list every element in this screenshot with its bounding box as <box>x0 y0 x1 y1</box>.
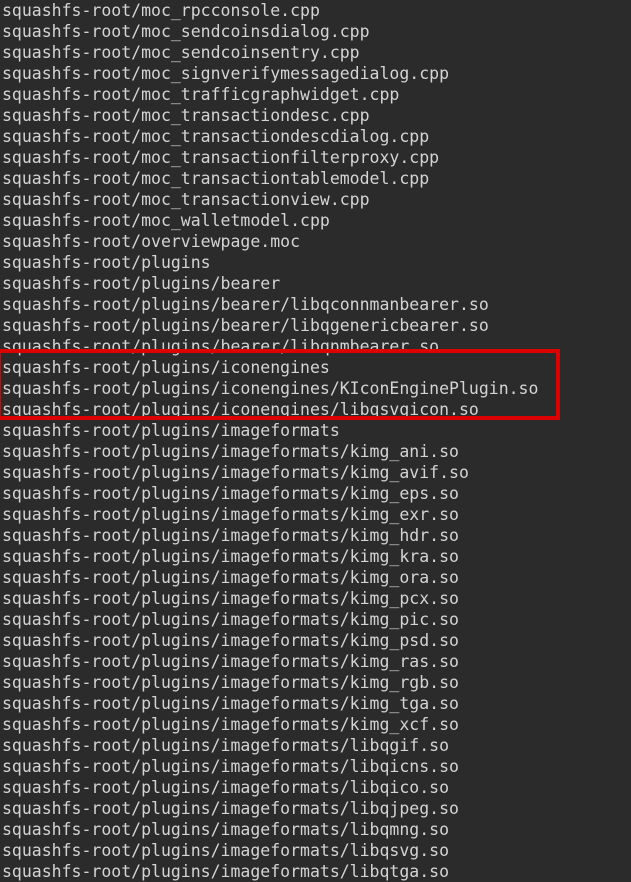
terminal-line: squashfs-root/plugins/imageformats/kimg_… <box>0 546 631 567</box>
terminal-line: squashfs-root/plugins/imageformats/kimg_… <box>0 672 631 693</box>
terminal-line: squashfs-root/plugins/bearer/libqconnman… <box>0 294 631 315</box>
terminal-line: squashfs-root/plugins/imageformats/kimg_… <box>0 630 631 651</box>
terminal-line: squashfs-root/moc_sendcoinsentry.cpp <box>0 42 631 63</box>
terminal-line: squashfs-root/plugins/iconengines/libqsv… <box>0 399 631 420</box>
terminal-line: squashfs-root/plugins/imageformats/kimg_… <box>0 693 631 714</box>
terminal-line: squashfs-root/plugins/imageformats/libqg… <box>0 735 631 756</box>
terminal-output: squashfs-root/moc_rpcconsole.cppsquashfs… <box>0 0 631 882</box>
terminal-line: squashfs-root/plugins/imageformats/kimg_… <box>0 525 631 546</box>
terminal-line: squashfs-root/plugins/imageformats/libqi… <box>0 777 631 798</box>
terminal-line: squashfs-root/plugins/iconengines <box>0 357 631 378</box>
terminal-line: squashfs-root/moc_transactionfilterproxy… <box>0 147 631 168</box>
terminal-line: squashfs-root/plugins/imageformats/kimg_… <box>0 588 631 609</box>
terminal-line: squashfs-root/moc_transactiontablemodel.… <box>0 168 631 189</box>
terminal-line: squashfs-root/plugins/bearer/libqgeneric… <box>0 315 631 336</box>
terminal-line: squashfs-root/plugins/imageformats/kimg_… <box>0 714 631 735</box>
terminal-line: squashfs-root/plugins/imageformats/libqi… <box>0 756 631 777</box>
terminal-line: squashfs-root/plugins/imageformats/kimg_… <box>0 441 631 462</box>
terminal-line: squashfs-root/plugins/imageformats/kimg_… <box>0 567 631 588</box>
terminal-line: squashfs-root/plugins/imageformats/kimg_… <box>0 504 631 525</box>
terminal-line: squashfs-root/moc_trafficgraphwidget.cpp <box>0 84 631 105</box>
terminal-line: squashfs-root/plugins/bearer <box>0 273 631 294</box>
terminal-line: squashfs-root/plugins/imageformats <box>0 420 631 441</box>
terminal-line: squashfs-root/plugins/imageformats/kimg_… <box>0 462 631 483</box>
terminal-line: squashfs-root/plugins/imageformats/libqs… <box>0 840 631 861</box>
terminal-line: squashfs-root/moc_rpcconsole.cpp <box>0 0 631 21</box>
terminal-line: squashfs-root/plugins/imageformats/kimg_… <box>0 609 631 630</box>
terminal-line: squashfs-root/plugins/imageformats/libqj… <box>0 798 631 819</box>
terminal-line: squashfs-root/overviewpage.moc <box>0 231 631 252</box>
terminal-line: squashfs-root/moc_walletmodel.cpp <box>0 210 631 231</box>
terminal-line: squashfs-root/moc_signverifymessagedialo… <box>0 63 631 84</box>
terminal-line: squashfs-root/plugins/bearer/libqnmbeare… <box>0 336 631 357</box>
terminal-line: squashfs-root/moc_transactiondescdialog.… <box>0 126 631 147</box>
terminal-line: squashfs-root/plugins/imageformats/kimg_… <box>0 483 631 504</box>
terminal-line: squashfs-root/moc_transactiondesc.cpp <box>0 105 631 126</box>
terminal-line: squashfs-root/plugins/imageformats/libqm… <box>0 819 631 840</box>
terminal-line: squashfs-root/plugins/iconengines/KIconE… <box>0 378 631 399</box>
terminal-line: squashfs-root/plugins/imageformats/kimg_… <box>0 651 631 672</box>
terminal-line: squashfs-root/moc_transactionview.cpp <box>0 189 631 210</box>
terminal-line: squashfs-root/moc_sendcoinsdialog.cpp <box>0 21 631 42</box>
terminal-line: squashfs-root/plugins <box>0 252 631 273</box>
